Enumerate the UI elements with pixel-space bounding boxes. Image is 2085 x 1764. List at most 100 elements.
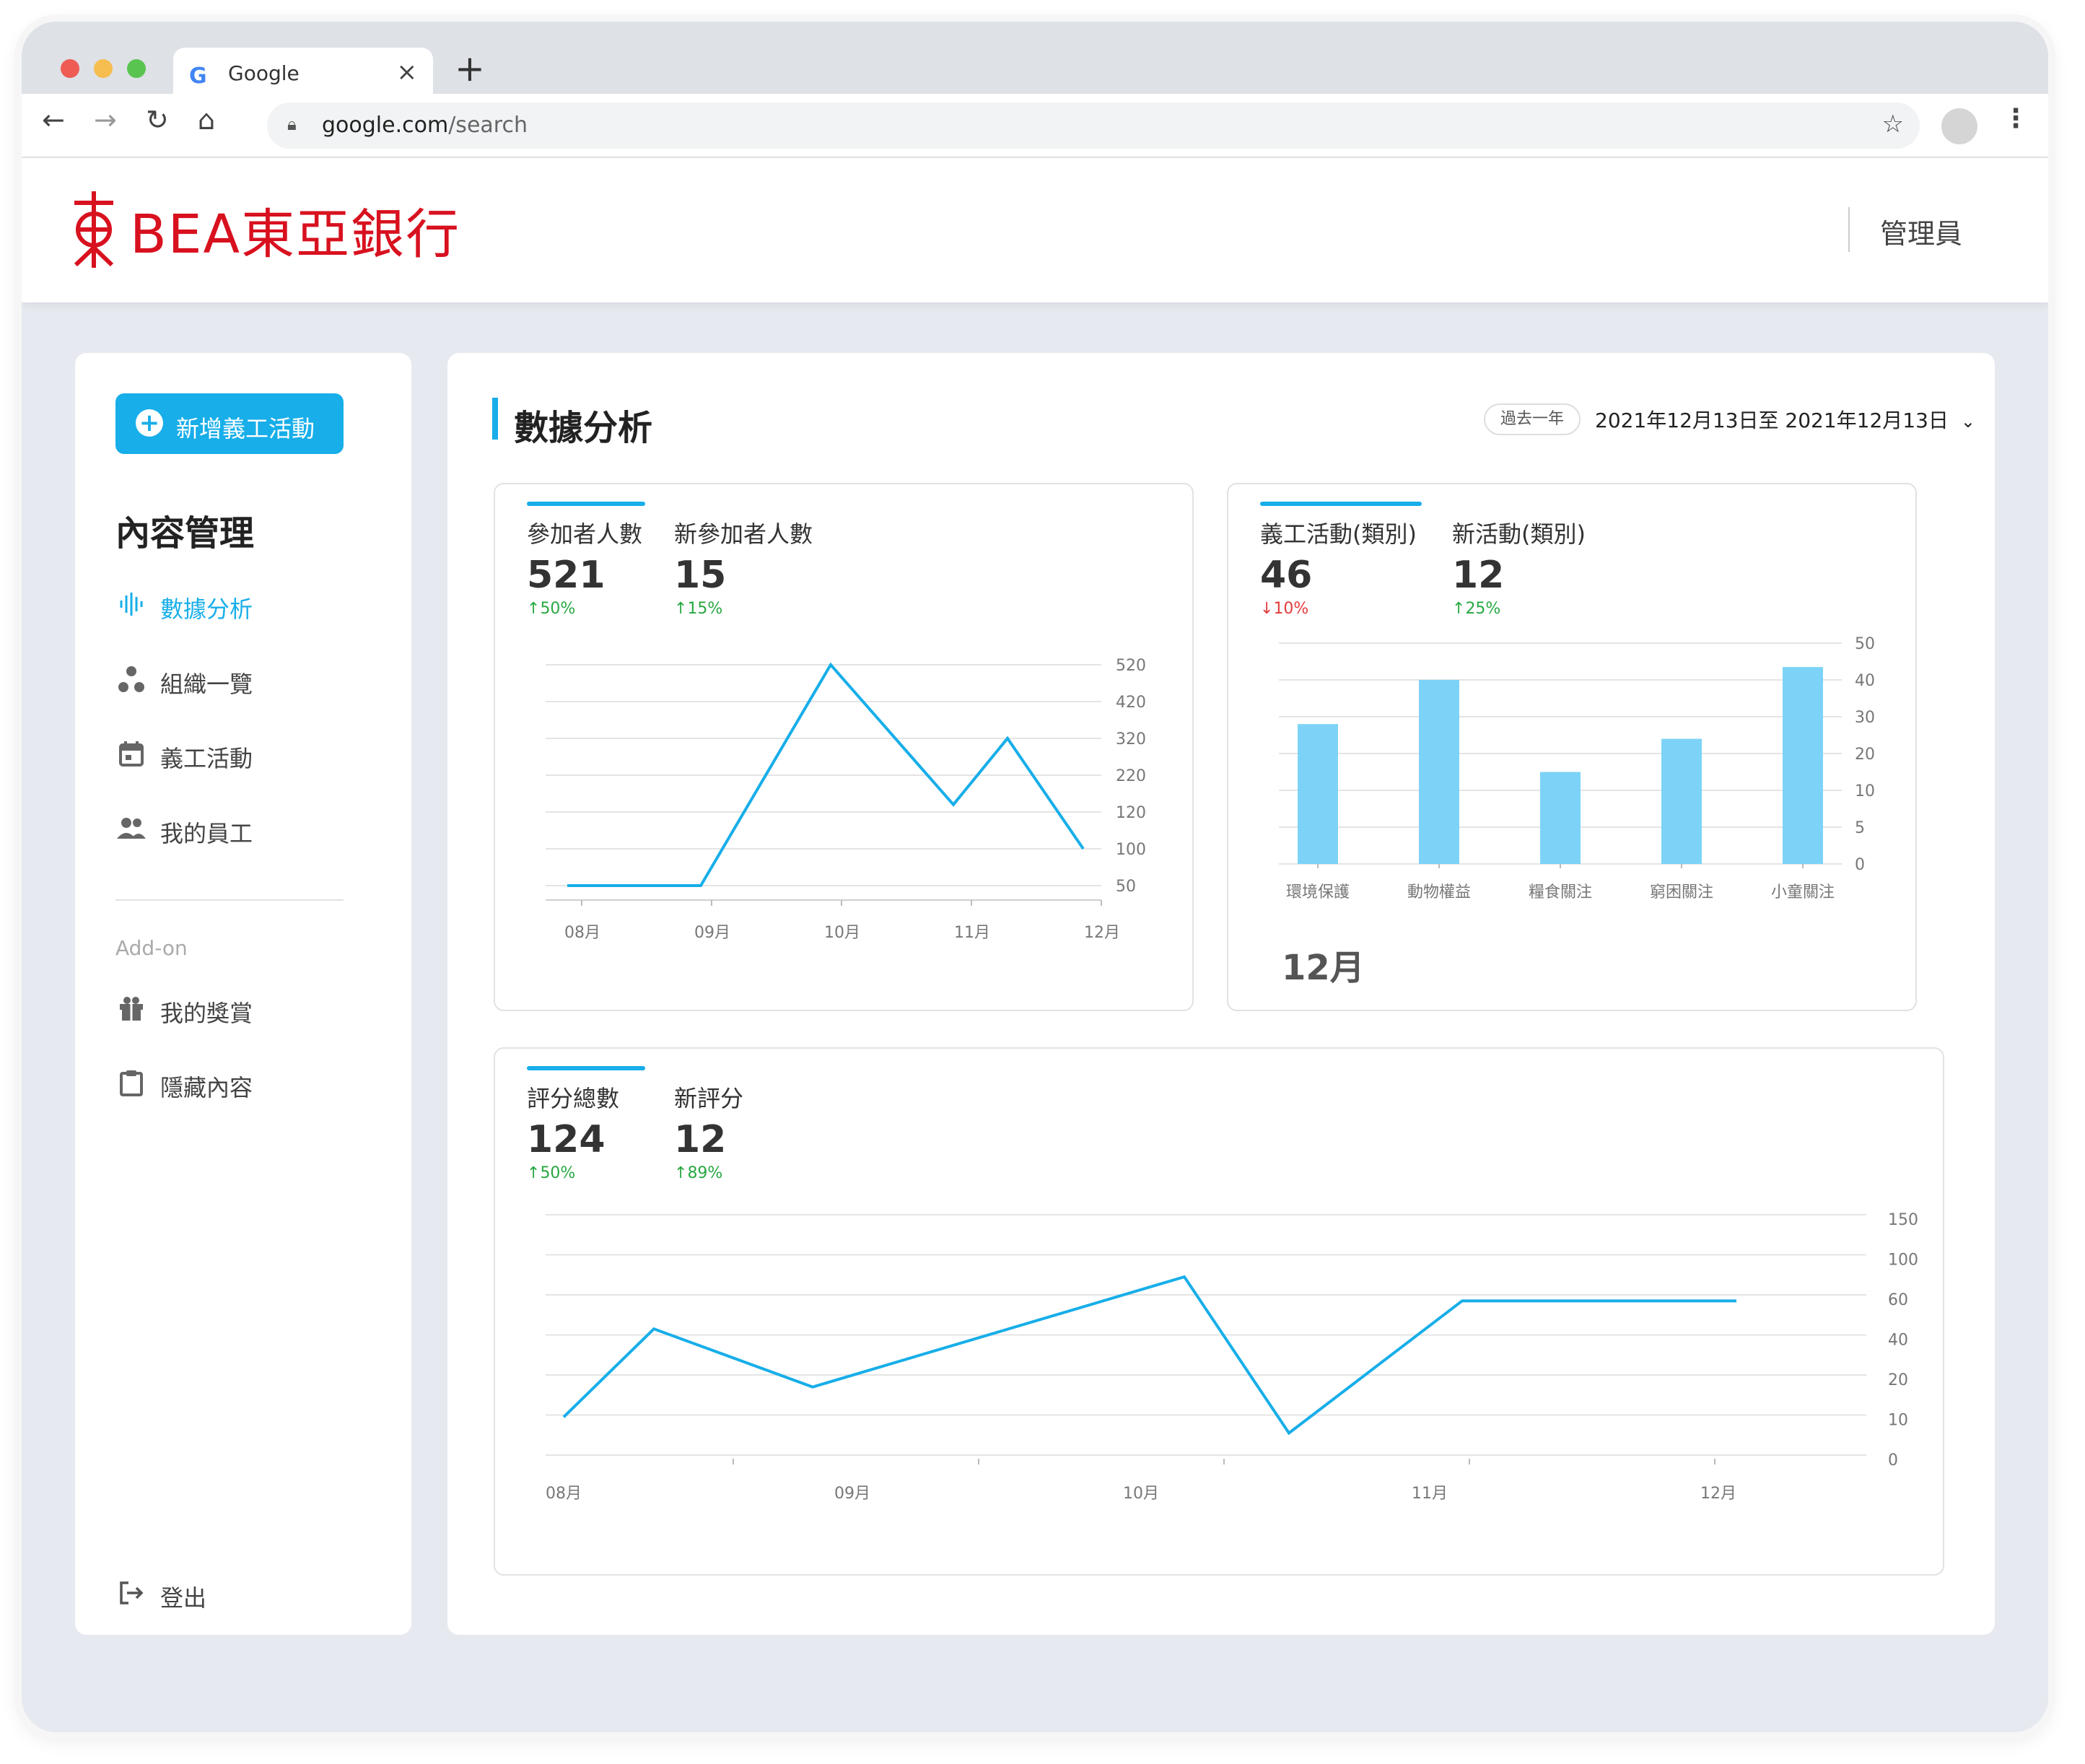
- gift-icon: [115, 994, 147, 1029]
- range-filter-pill[interactable]: 過去一年: [1484, 403, 1581, 435]
- bar: [1419, 680, 1459, 864]
- x-tick-label: 10月: [824, 924, 860, 942]
- arrow-up-icon: ↑: [674, 600, 688, 618]
- people-icon: [115, 814, 147, 850]
- card-active-tab-indicator: [527, 1066, 645, 1070]
- y-tick-label: 100: [1116, 841, 1146, 859]
- minimize-window-button[interactable]: [94, 59, 113, 78]
- new-activities-stat[interactable]: 新活動(類別) 12 ↑25%: [1452, 516, 1586, 618]
- lock-icon: 🔒︎: [287, 114, 297, 134]
- stat-change: ↑89%: [674, 1164, 723, 1182]
- reload-icon[interactable]: ↻: [146, 104, 169, 136]
- stat-label: 參加者人數: [527, 520, 643, 548]
- sidebar-item-organizations[interactable]: 組織一覽: [115, 660, 375, 701]
- forward-icon[interactable]: →: [94, 104, 117, 136]
- page-title: 數據分析: [514, 408, 653, 448]
- main-panel: 數據分析 過去一年 2021年12月13日至 2021年12月13日 ⌄ 參加者…: [447, 353, 1995, 1635]
- stat-value: 46: [1260, 554, 1313, 597]
- stat-label: 新活動(類別): [1452, 520, 1586, 548]
- back-icon[interactable]: ←: [42, 104, 65, 136]
- app-header: BEA東亞銀行 管理員: [22, 158, 2048, 302]
- logout-label: 登出: [160, 1584, 207, 1612]
- home-icon[interactable]: ⌂: [198, 104, 215, 136]
- sidebar-item-my-rewards[interactable]: 我的獎賞: [115, 990, 375, 1030]
- user-role[interactable]: 管理員: [1880, 211, 1962, 251]
- sidebar-item-label: 隱藏內容: [160, 1074, 253, 1101]
- add-button-label: 新增義工活動: [176, 415, 315, 442]
- y-tick-label: 50: [1855, 635, 1875, 653]
- bar: [1540, 772, 1581, 864]
- y-tick-label: 100: [1888, 1252, 1918, 1270]
- browser-toolbar: ← → ↻ ⌂ 🔒︎ google.com/search ☆ ⋮: [22, 94, 2048, 157]
- tab-close-icon[interactable]: ×: [397, 58, 418, 87]
- arrow-up-icon: ↑: [527, 1164, 541, 1182]
- x-tick-label: 11月: [954, 924, 990, 942]
- y-tick-label: 120: [1116, 804, 1146, 822]
- activities-bar-chart: 504030201050環境保護 動物權益 糧食關注 窮困關注 小童關注: [1279, 635, 1875, 901]
- x-tick-label: 10月: [1123, 1485, 1159, 1503]
- participants-card: 參加者人數 521 ↑50% 新參加者人數 15 ↑15% 520 420 320 2…: [494, 483, 1194, 1011]
- new-participants-stat[interactable]: 新參加者人數 15 ↑15%: [674, 516, 813, 618]
- content-management-title: 內容管理: [115, 513, 255, 554]
- ratings-series-line: [562, 1275, 1736, 1436]
- y-tick-label: 40: [1888, 1332, 1908, 1350]
- ratings-total-stat[interactable]: 評分總數 124 ↑50%: [527, 1080, 619, 1182]
- close-window-button[interactable]: [61, 59, 79, 78]
- bar: [1298, 724, 1338, 864]
- stat-change: ↑25%: [1452, 600, 1501, 618]
- add-volunteer-activity-button[interactable]: + 新增義工活動: [115, 393, 344, 454]
- sidebar-item-label: 我的獎賞: [160, 1000, 253, 1027]
- y-tick-label: 40: [1855, 672, 1875, 690]
- sidebar: + 新增義工活動 內容管理 數據分析 組織一覽 義工活動 我的員工 Add-on…: [75, 353, 411, 1635]
- profile-avatar[interactable]: [1941, 108, 1977, 144]
- activities-stat[interactable]: 義工活動(類別) 46 ↓10%: [1260, 516, 1417, 618]
- y-tick-label: 10: [1888, 1412, 1908, 1430]
- maximize-window-button[interactable]: [127, 59, 146, 78]
- activities-card: 義工活動(類別) 46 ↓10% 新活動(類別) 12 ↑25% 50 40 30 2…: [1227, 483, 1917, 1011]
- stat-label: 新評分: [674, 1085, 744, 1112]
- url-text: google.com/search: [322, 113, 528, 138]
- addon-heading: Add-on: [115, 936, 188, 960]
- sidebar-item-label: 數據分析: [160, 595, 253, 623]
- new-ratings-stat[interactable]: 新評分 12 ↑89%: [674, 1080, 743, 1182]
- analytics-icon: [115, 590, 147, 625]
- stat-label: 評分總數: [527, 1085, 620, 1112]
- google-icon: G: [189, 64, 207, 89]
- stat-value: 124: [527, 1118, 606, 1161]
- logout-button[interactable]: 登出: [115, 1574, 375, 1615]
- tab-strip: G Google × +: [22, 22, 2048, 101]
- sidebar-item-hidden-content[interactable]: 隱藏內容: [115, 1064, 375, 1104]
- address-bar[interactable]: 🔒︎ google.com/search ☆: [267, 102, 1920, 149]
- sidebar-item-volunteer-activities[interactable]: 義工活動: [115, 735, 375, 775]
- sidebar-item-analytics[interactable]: 數據分析: [115, 585, 375, 626]
- title-accent-bar: [492, 398, 498, 440]
- x-tick-label: 09月: [694, 924, 730, 942]
- arrow-up-icon: ↑: [674, 1164, 688, 1182]
- y-tick-label: 5: [1855, 819, 1865, 837]
- bookmark-star-icon[interactable]: ☆: [1882, 110, 1904, 139]
- organization-icon: [115, 665, 147, 700]
- x-tick-label: 動物權益: [1407, 883, 1471, 901]
- browser-menu-icon[interactable]: ⋮: [2003, 104, 2029, 134]
- chart-month-label: 12月: [1282, 948, 1365, 988]
- stat-value: 15: [674, 554, 727, 597]
- browser-tab[interactable]: G Google ×: [173, 48, 433, 101]
- stat-change: ↓10%: [1260, 600, 1309, 618]
- bar: [1783, 667, 1823, 864]
- stat-change: ↑50%: [527, 1164, 576, 1182]
- card-active-tab-indicator: [527, 502, 645, 506]
- y-tick-label: 10: [1855, 782, 1875, 800]
- y-tick-label: 20: [1888, 1371, 1908, 1389]
- participants-stat[interactable]: 參加者人數 521 ↑50%: [527, 516, 642, 618]
- date-range-selector[interactable]: 2021年12月13日至 2021年12月13日 ⌄: [1595, 405, 1975, 434]
- bank-logo-text: BEA東亞銀行: [130, 204, 461, 266]
- stat-change: ↑15%: [674, 600, 723, 618]
- x-tick-label: 糧食關注: [1529, 883, 1592, 901]
- new-tab-button[interactable]: +: [455, 48, 485, 89]
- arrow-up-icon: ↑: [527, 600, 541, 618]
- y-tick-label: 520: [1116, 657, 1146, 675]
- y-tick-label: 150: [1888, 1211, 1918, 1229]
- sidebar-item-my-staff[interactable]: 我的員工: [115, 810, 375, 850]
- y-tick-label: 30: [1855, 709, 1875, 727]
- ratings-card: 評分總數 124 ↑50% 新評分 12 ↑89% 150 100 60 40 20 10…: [494, 1047, 1944, 1576]
